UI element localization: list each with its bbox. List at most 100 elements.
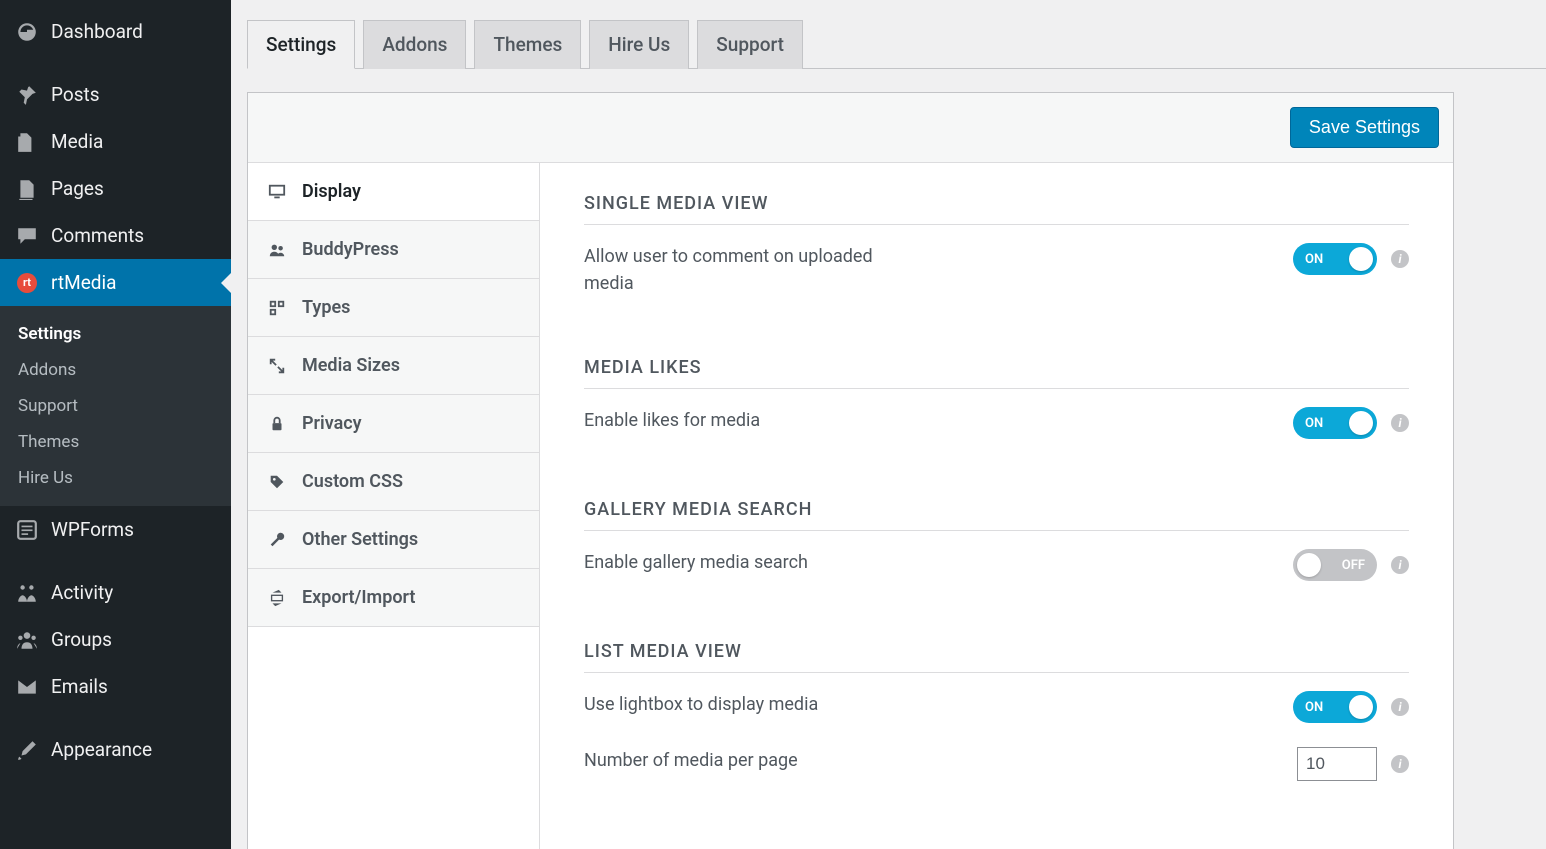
sidebar-item-wpforms[interactable]: WPForms [0, 506, 231, 553]
tab-addons[interactable]: Addons [363, 20, 466, 69]
section-title: LIST MEDIA VIEW [584, 641, 1409, 673]
sidebar-submenu: Settings Addons Support Themes Hire Us [0, 306, 231, 506]
info-icon[interactable]: i [1391, 556, 1409, 574]
setting-allow-comment: Allow user to comment on uploaded media … [584, 243, 1409, 297]
setting-enable-likes: Enable likes for media ON i [584, 407, 1409, 439]
setting-label: Allow user to comment on uploaded media [584, 243, 924, 297]
toggle-enable-search[interactable]: OFF [1293, 549, 1377, 581]
email-icon [16, 676, 38, 698]
sidebar-item-rtmedia[interactable]: rt rtMedia [0, 259, 231, 306]
subnav-buddypress[interactable]: BuddyPress [248, 221, 539, 279]
pages-icon [16, 178, 38, 200]
submenu-item-addons[interactable]: Addons [0, 352, 231, 388]
sidebar-item-activity[interactable]: Activity [0, 569, 231, 616]
dashboard-icon [16, 21, 38, 43]
menu-label: Media [51, 130, 103, 153]
settings-panel: SINGLE MEDIA VIEW Allow user to comment … [540, 163, 1453, 849]
setting-label: Use lightbox to display media [584, 691, 818, 718]
pin-icon [16, 84, 38, 106]
section-title: GALLERY MEDIA SEARCH [584, 499, 1409, 531]
subnav-label: Other Settings [302, 529, 418, 550]
sidebar-item-media[interactable]: Media [0, 118, 231, 165]
subnav-label: Types [302, 297, 350, 318]
wrench-icon [268, 531, 286, 549]
subnav-label: Media Sizes [302, 355, 400, 376]
menu-label: Dashboard [51, 20, 143, 43]
subnav-types[interactable]: Types [248, 279, 539, 337]
content-card: Save Settings Display BuddyPress Types [247, 92, 1454, 849]
save-settings-button[interactable]: Save Settings [1290, 107, 1439, 148]
toggle-knob [1297, 553, 1321, 577]
setting-label: Number of media per page [584, 747, 798, 774]
submenu-item-support[interactable]: Support [0, 388, 231, 424]
sidebar-item-appearance[interactable]: Appearance [0, 726, 231, 773]
section-media-likes: MEDIA LIKES Enable likes for media ON i [584, 357, 1409, 439]
section-gallery-search: GALLERY MEDIA SEARCH Enable gallery medi… [584, 499, 1409, 581]
toggle-lightbox[interactable]: ON [1293, 691, 1377, 723]
subnav-privacy[interactable]: Privacy [248, 395, 539, 453]
subnav-mediasizes[interactable]: Media Sizes [248, 337, 539, 395]
sidebar-item-pages[interactable]: Pages [0, 165, 231, 212]
sidebar-item-groups[interactable]: Groups [0, 616, 231, 663]
subnav-label: Privacy [302, 413, 362, 434]
section-list-media: LIST MEDIA VIEW Use lightbox to display … [584, 641, 1409, 781]
subnav-label: Display [302, 181, 361, 202]
tab-settings[interactable]: Settings [247, 20, 355, 69]
nav-tabs: Settings Addons Themes Hire Us Support [247, 19, 1546, 69]
brush-icon [16, 739, 38, 761]
setting-label: Enable gallery media search [584, 549, 808, 576]
desktop-icon [268, 183, 286, 201]
menu-label: Appearance [51, 738, 152, 761]
tab-themes[interactable]: Themes [474, 20, 581, 69]
submenu-item-settings[interactable]: Settings [0, 316, 231, 352]
tab-support[interactable]: Support [697, 20, 803, 69]
sub-nav: Display BuddyPress Types Media Sizes [248, 163, 540, 849]
toggle-enable-likes[interactable]: ON [1293, 407, 1377, 439]
transfer-icon [268, 589, 286, 607]
setting-enable-search: Enable gallery media search OFF i [584, 549, 1409, 581]
subnav-exportimport[interactable]: Export/Import [248, 569, 539, 627]
toggle-state: OFF [1342, 558, 1365, 573]
subnav-display[interactable]: Display [248, 163, 539, 221]
grid-icon [268, 299, 286, 317]
sidebar-item-posts[interactable]: Posts [0, 71, 231, 118]
tag-icon [268, 473, 286, 491]
subnav-label: Custom CSS [302, 471, 403, 492]
groups-icon [16, 629, 38, 651]
info-icon[interactable]: i [1391, 755, 1409, 773]
toggle-knob [1349, 695, 1373, 719]
subnav-label: BuddyPress [302, 239, 399, 260]
sidebar-item-comments[interactable]: Comments [0, 212, 231, 259]
admin-sidebar: Dashboard Posts Media Pages Comments rt … [0, 0, 231, 849]
menu-label: WPForms [51, 518, 134, 541]
rt-icon: rt [16, 272, 38, 294]
toggle-state: ON [1305, 252, 1323, 267]
info-icon[interactable]: i [1391, 250, 1409, 268]
menu-label: Activity [51, 581, 113, 604]
toggle-allow-comment[interactable]: ON [1293, 243, 1377, 275]
submenu-item-themes[interactable]: Themes [0, 424, 231, 460]
input-per-page[interactable] [1297, 747, 1377, 781]
sidebar-item-dashboard[interactable]: Dashboard [0, 8, 231, 55]
setting-per-page: Number of media per page i [584, 747, 1409, 781]
subnav-other[interactable]: Other Settings [248, 511, 539, 569]
menu-label: Comments [51, 224, 144, 247]
setting-label: Enable likes for media [584, 407, 760, 434]
menu-label: Pages [51, 177, 104, 200]
main-content: Settings Addons Themes Hire Us Support S… [231, 0, 1546, 849]
toggle-knob [1349, 247, 1373, 271]
info-icon[interactable]: i [1391, 698, 1409, 716]
section-title: SINGLE MEDIA VIEW [584, 193, 1409, 225]
subnav-label: Export/Import [302, 587, 415, 608]
subnav-customcss[interactable]: Custom CSS [248, 453, 539, 511]
forms-icon [16, 519, 38, 541]
info-icon[interactable]: i [1391, 414, 1409, 432]
menu-label: rtMedia [51, 271, 116, 294]
toggle-knob [1349, 411, 1373, 435]
sidebar-item-emails[interactable]: Emails [0, 663, 231, 710]
submenu-item-hireus[interactable]: Hire Us [0, 460, 231, 496]
save-row: Save Settings [248, 93, 1453, 163]
activity-icon [16, 582, 38, 604]
section-title: MEDIA LIKES [584, 357, 1409, 389]
tab-hireus[interactable]: Hire Us [589, 20, 689, 69]
